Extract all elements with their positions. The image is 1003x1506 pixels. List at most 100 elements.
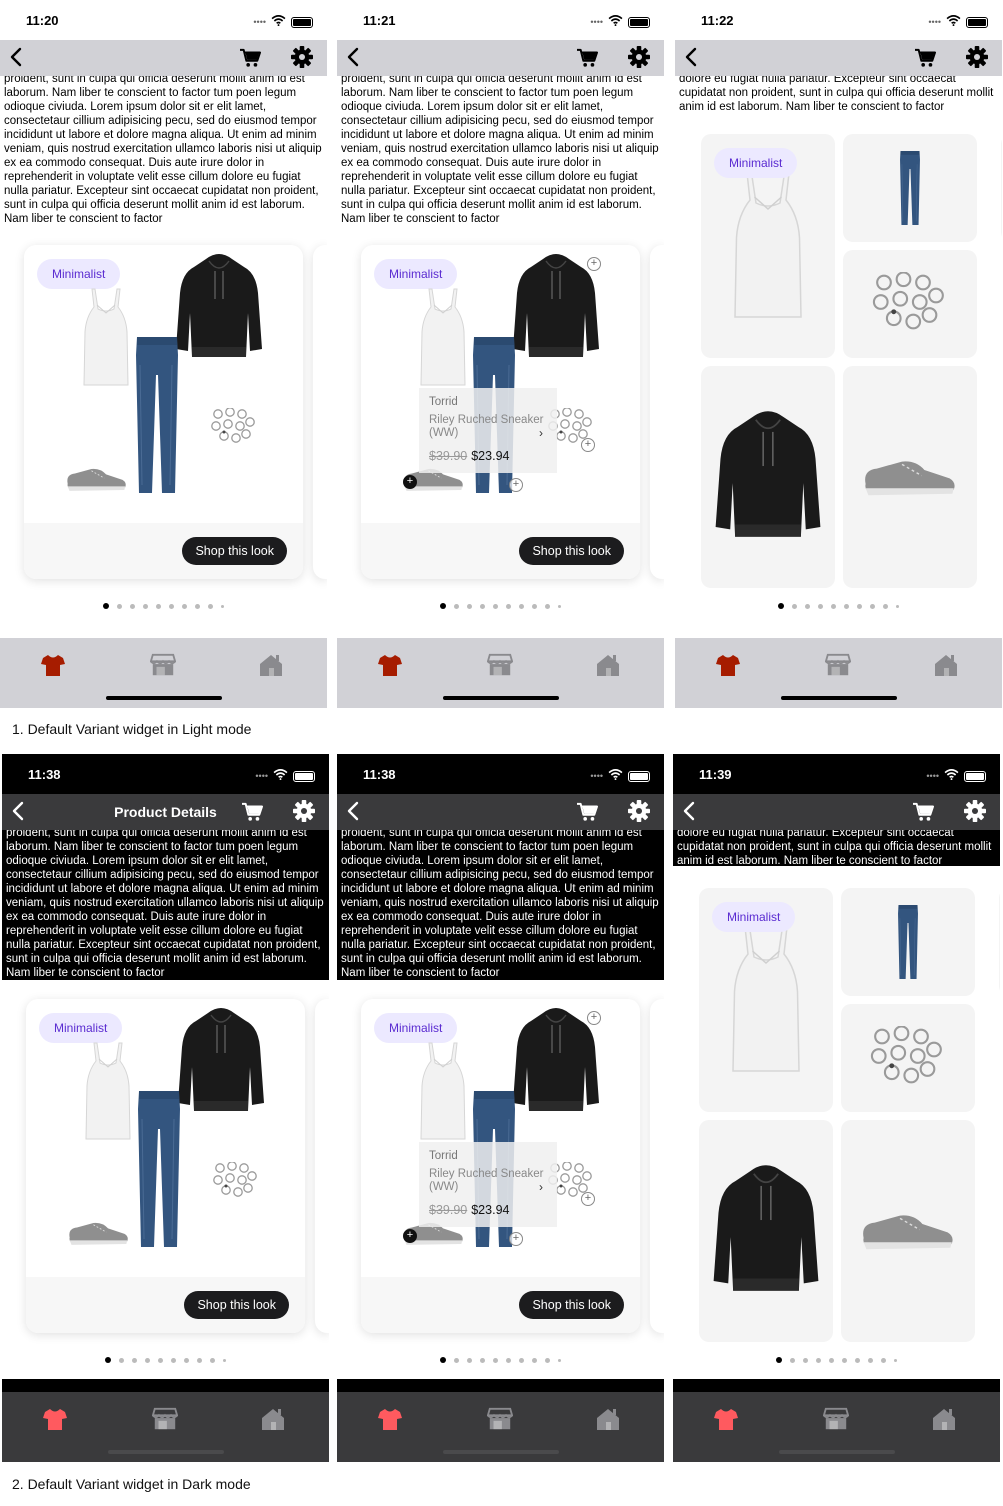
page-dot[interactable] xyxy=(197,1358,202,1363)
page-dot[interactable] xyxy=(545,604,550,609)
page-dot[interactable] xyxy=(117,604,122,609)
look-card[interactable]: Minimalist Shop this look xyxy=(26,999,305,1333)
page-dot[interactable] xyxy=(883,604,888,609)
rings-image[interactable] xyxy=(210,407,258,449)
jeans-image[interactable] xyxy=(134,1089,184,1254)
cart-icon[interactable] xyxy=(576,802,598,822)
page-dot[interactable] xyxy=(844,604,849,609)
page-dot[interactable] xyxy=(493,604,498,609)
page-indicator[interactable] xyxy=(675,603,1002,609)
page-dot[interactable] xyxy=(493,1358,498,1363)
page-dot[interactable] xyxy=(156,604,161,609)
page-indicator[interactable] xyxy=(0,603,327,609)
plus-icon[interactable]: + xyxy=(581,1192,595,1206)
plus-icon[interactable]: + xyxy=(403,475,417,489)
tank-top-image[interactable] xyxy=(76,287,136,392)
back-chevron-icon[interactable] xyxy=(681,46,703,68)
page-dot[interactable] xyxy=(223,1359,226,1362)
page-dot[interactable] xyxy=(169,604,174,609)
page-dot[interactable] xyxy=(842,1358,847,1363)
grid-cell-hoodie[interactable] xyxy=(699,1120,833,1342)
page-dot[interactable] xyxy=(132,1358,137,1363)
page-indicator[interactable] xyxy=(673,1357,1000,1363)
page-dot[interactable] xyxy=(792,604,797,609)
grid-cell-peek[interactable] xyxy=(999,888,1000,996)
grid-cell-peek[interactable] xyxy=(1001,134,1002,242)
page-dot[interactable] xyxy=(896,605,899,608)
back-chevron-icon[interactable] xyxy=(343,800,365,822)
hoodie-image[interactable] xyxy=(511,253,601,368)
page-dot[interactable] xyxy=(805,604,810,609)
page-dot[interactable] xyxy=(480,604,485,609)
tab-looks-tshirt-icon[interactable] xyxy=(713,1406,739,1432)
page-dot[interactable] xyxy=(130,604,135,609)
grid-cell-sneaker[interactable] xyxy=(843,366,977,588)
page-dot[interactable] xyxy=(803,1358,808,1363)
shop-this-look-button[interactable]: Shop this look xyxy=(182,537,287,565)
hoodie-image[interactable] xyxy=(176,1007,266,1122)
sneaker-image[interactable] xyxy=(66,1219,130,1252)
back-chevron-icon[interactable] xyxy=(6,46,28,68)
next-card-peek[interactable] xyxy=(650,245,664,579)
chevron-right-icon[interactable]: › xyxy=(539,1180,543,1194)
page-dot[interactable] xyxy=(143,604,148,609)
grid-cell-rings[interactable] xyxy=(843,250,977,358)
shop-this-look-button[interactable]: Shop this look xyxy=(519,1291,624,1319)
tab-looks-tshirt-icon[interactable] xyxy=(377,652,403,678)
page-dot[interactable] xyxy=(467,604,472,609)
page-dot[interactable] xyxy=(208,604,213,609)
page-dot[interactable] xyxy=(816,1358,821,1363)
page-dot[interactable] xyxy=(532,1358,537,1363)
tank-top-image[interactable] xyxy=(78,1041,138,1146)
grid-cell-sneaker[interactable] xyxy=(841,1120,975,1342)
page-dot[interactable] xyxy=(221,605,224,608)
page-dot[interactable] xyxy=(506,604,511,609)
tab-looks-tshirt-icon[interactable] xyxy=(42,1406,68,1432)
gear-icon[interactable] xyxy=(964,800,986,822)
tab-looks-tshirt-icon[interactable] xyxy=(715,652,741,678)
next-card-peek[interactable] xyxy=(315,999,329,1333)
page-dot[interactable] xyxy=(440,603,446,609)
cart-icon[interactable] xyxy=(914,48,936,68)
next-card-peek[interactable] xyxy=(650,999,664,1333)
product-popup[interactable]: Torrid Riley Ruched Sneaker (WW) $39.90 $23… xyxy=(419,388,557,473)
look-card[interactable]: Minimalist Shop this look xyxy=(24,245,303,579)
grid-cell-tank[interactable]: Minimalist xyxy=(701,134,835,358)
cart-icon[interactable] xyxy=(241,802,263,822)
page-dot[interactable] xyxy=(105,1357,111,1363)
back-chevron-icon[interactable] xyxy=(679,800,701,822)
tab-home-icon[interactable] xyxy=(260,1406,286,1432)
next-card-peek[interactable] xyxy=(313,245,327,579)
page-dot[interactable] xyxy=(519,604,524,609)
page-dot[interactable] xyxy=(558,605,561,608)
page-dot[interactable] xyxy=(184,1358,189,1363)
plus-icon[interactable]: + xyxy=(403,1229,417,1243)
tab-store-icon[interactable] xyxy=(822,1406,850,1432)
page-dot[interactable] xyxy=(532,604,537,609)
page-dot[interactable] xyxy=(119,1358,124,1363)
tab-home-icon[interactable] xyxy=(595,652,621,678)
gear-icon[interactable] xyxy=(628,46,650,68)
tab-store-icon[interactable] xyxy=(151,1406,179,1432)
page-dot[interactable] xyxy=(480,1358,485,1363)
tab-store-icon[interactable] xyxy=(824,652,852,678)
look-card[interactable]: Minimalist + + + + Torrid Riley Ruched Sneaker… xyxy=(361,245,640,579)
page-dot[interactable] xyxy=(210,1358,215,1363)
grid-cell-jeans[interactable] xyxy=(841,888,975,996)
tab-home-icon[interactable] xyxy=(931,1406,957,1432)
gear-icon[interactable] xyxy=(966,46,988,68)
page-dot[interactable] xyxy=(868,1358,873,1363)
plus-icon[interactable]: + xyxy=(509,1232,523,1246)
page-dot[interactable] xyxy=(790,1358,795,1363)
grid-cell-rings[interactable] xyxy=(841,1004,975,1112)
gear-icon[interactable] xyxy=(291,46,313,68)
tab-home-icon[interactable] xyxy=(258,652,284,678)
page-dot[interactable] xyxy=(776,1357,782,1363)
page-dot[interactable] xyxy=(545,1358,550,1363)
grid-cell-tank[interactable]: Minimalist xyxy=(699,888,833,1112)
page-dot[interactable] xyxy=(870,604,875,609)
tab-looks-tshirt-icon[interactable] xyxy=(377,1406,403,1432)
hoodie-image[interactable] xyxy=(174,253,264,368)
tab-home-icon[interactable] xyxy=(933,652,959,678)
tab-store-icon[interactable] xyxy=(486,1406,514,1432)
